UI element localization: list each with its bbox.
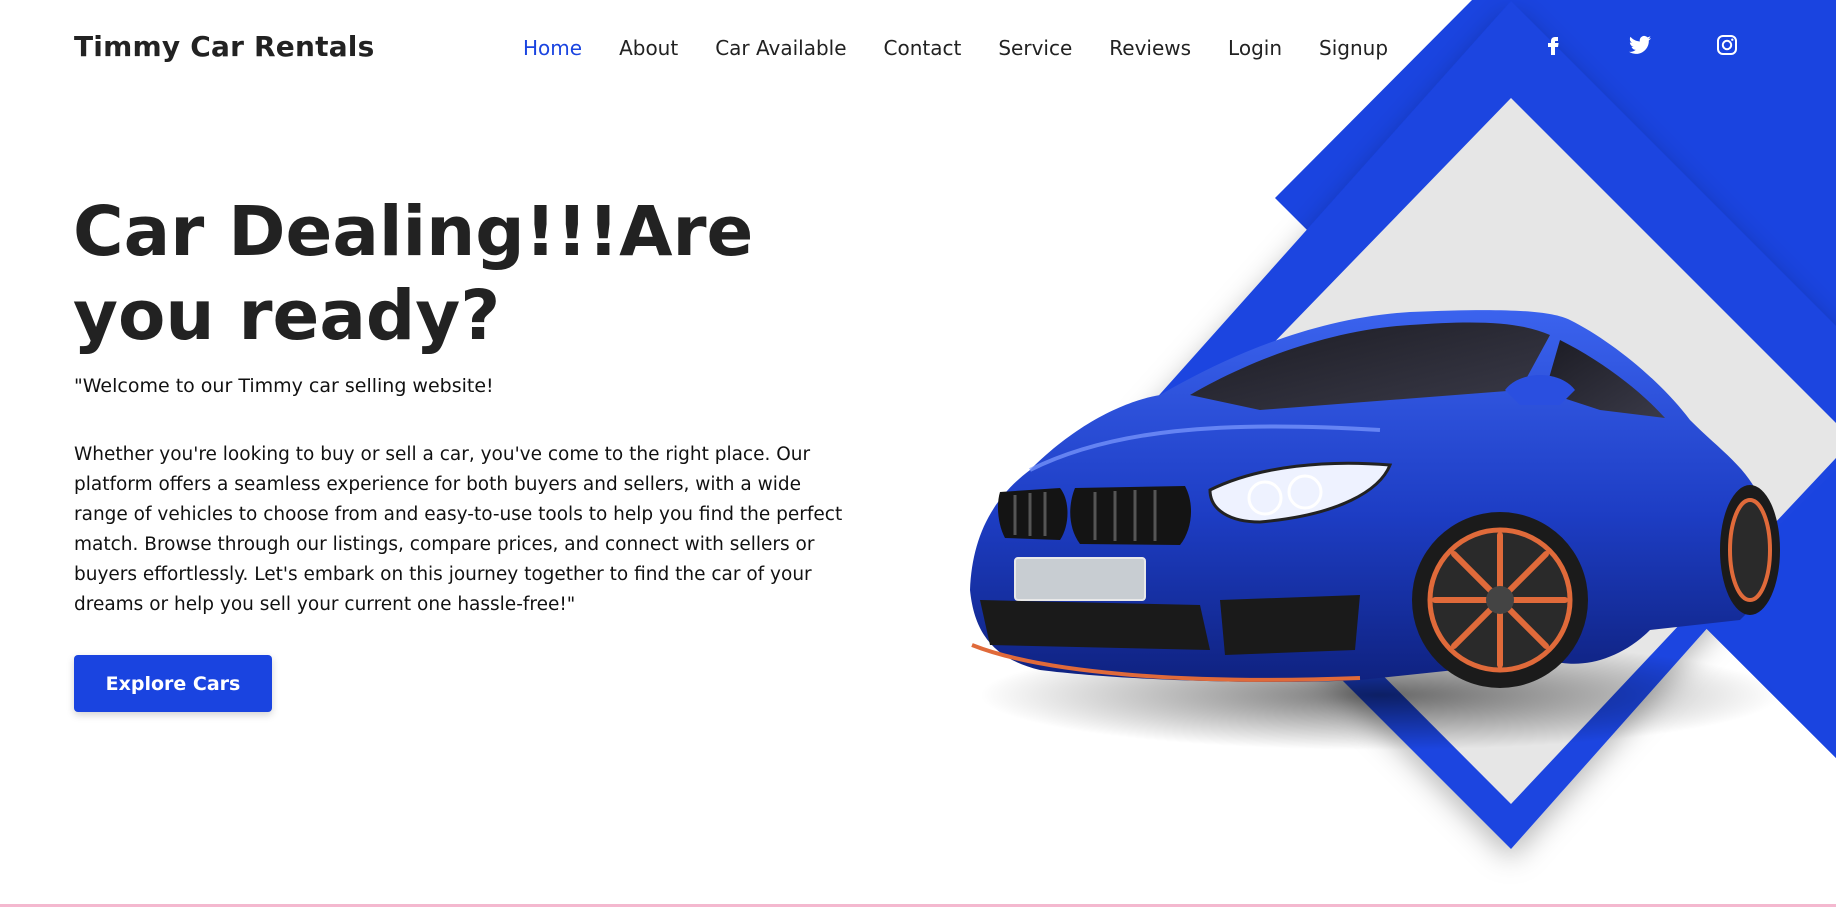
nav-contact[interactable]: Contact [884,36,962,60]
hero-title: Car Dealing!!!Are you ready? [73,192,754,356]
twitter-icon[interactable] [1625,30,1655,60]
hero-description: Whether you're looking to buy or sell a … [74,444,843,615]
brand-logo-text[interactable]: Timmy Car Rentals [74,30,374,63]
nav-reviews[interactable]: Reviews [1109,36,1191,60]
nav-signup[interactable]: Signup [1319,36,1388,60]
main-nav: Home About Car Available Contact Service… [523,36,1425,60]
nav-about[interactable]: About [619,36,678,60]
hero-welcome-text: "Welcome to our Timmy car selling websit… [74,375,494,397]
explore-cars-button[interactable]: Explore Cars [74,655,272,712]
nav-car-available[interactable]: Car Available [715,36,846,60]
social-links [1538,30,1799,60]
nav-login[interactable]: Login [1228,36,1282,60]
facebook-icon[interactable] [1538,30,1568,60]
nav-home[interactable]: Home [523,36,582,60]
car-image [970,310,1780,750]
instagram-icon[interactable] [1712,30,1742,60]
page: Timmy Car Rentals Home About Car Availab… [0,0,1836,907]
site-header: Timmy Car Rentals Home About Car Availab… [0,0,1836,96]
nav-service[interactable]: Service [998,36,1072,60]
